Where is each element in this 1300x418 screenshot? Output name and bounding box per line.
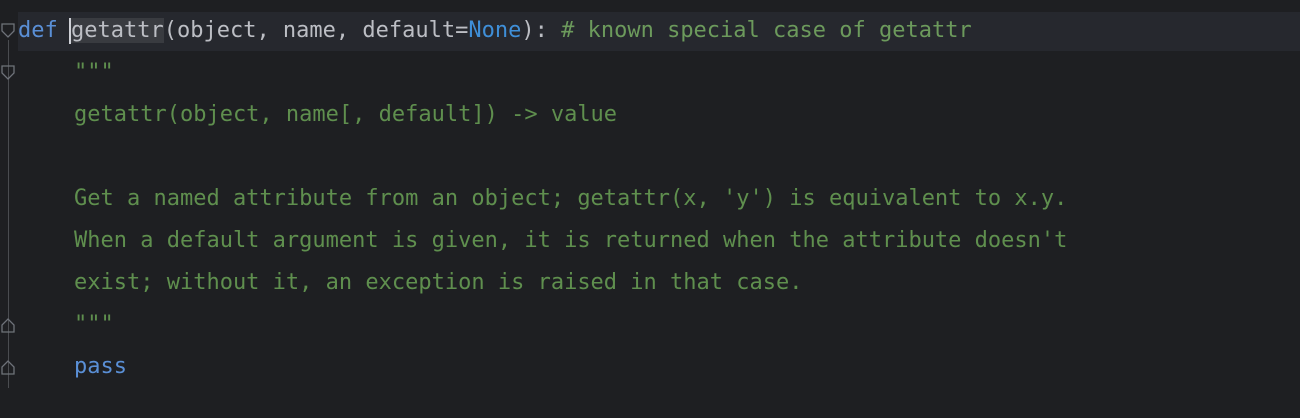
fold-close-icon[interactable] <box>1 316 15 334</box>
def-keyword: def <box>18 18 58 43</box>
docstring-open: """ <box>74 60 114 85</box>
pass-keyword: pass <box>74 354 127 379</box>
close-paren-colon: ): <box>521 18 548 43</box>
docstring-signature: getattr(object, name[, default]) -> valu… <box>74 102 618 127</box>
code-line-doc-open[interactable]: """ <box>18 58 114 88</box>
code-line-doc-signature[interactable]: getattr(object, name[, default]) -> valu… <box>18 100 617 130</box>
code-line-def[interactable]: def getattr(object, name, default=None):… <box>18 16 972 46</box>
open-paren: ( <box>163 18 177 43</box>
code-line-doc-2[interactable]: When a default argument is given, it is … <box>18 226 1067 256</box>
line-comment: # known special case of getattr <box>561 18 972 43</box>
fold-open-icon[interactable] <box>1 64 15 82</box>
code-line-pass[interactable]: pass <box>18 352 127 382</box>
fold-guide-line <box>8 40 9 388</box>
code-line-doc-1[interactable]: Get a named attribute from an object; ge… <box>18 184 1067 214</box>
code-line-doc-close[interactable]: """ <box>18 310 114 340</box>
code-line-doc-3[interactable]: exist; without it, an exception is raise… <box>18 268 802 298</box>
none-constant: None <box>468 18 522 43</box>
code-editor[interactable]: def getattr(object, name, default=None):… <box>0 0 1300 418</box>
code-line-doc-blank[interactable] <box>18 142 74 172</box>
docstring-text-3: exist; without it, an exception is raise… <box>74 270 803 295</box>
docstring-close: """ <box>74 312 114 337</box>
function-name[interactable]: getattr <box>71 18 164 43</box>
editor-gutter <box>0 0 18 418</box>
fold-open-icon[interactable] <box>1 22 15 40</box>
function-params: object, name, default= <box>176 18 469 43</box>
docstring-text-2: When a default argument is given, it is … <box>74 228 1068 253</box>
docstring-text-1: Get a named attribute from an object; ge… <box>74 186 1068 211</box>
fold-close-icon[interactable] <box>1 358 15 376</box>
